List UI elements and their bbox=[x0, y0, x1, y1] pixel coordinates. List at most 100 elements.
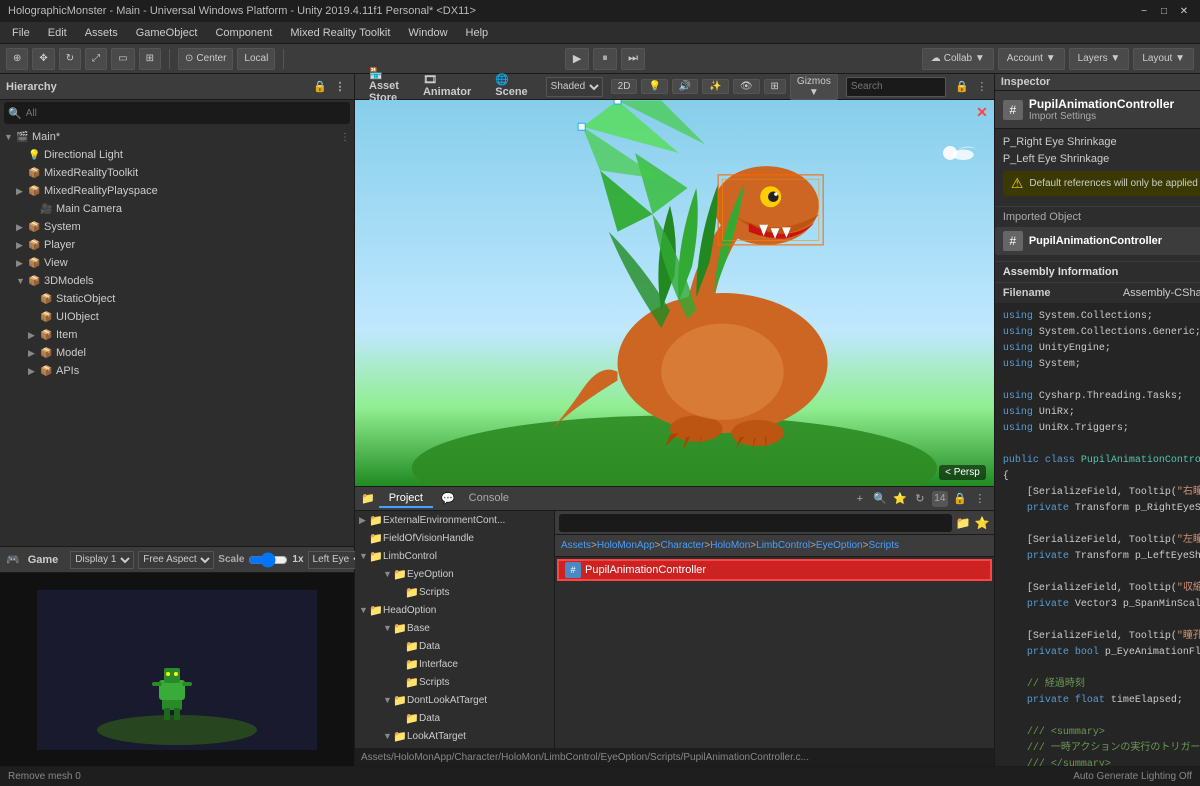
menu-assets[interactable]: Assets bbox=[77, 25, 126, 41]
game-scene-svg bbox=[37, 590, 317, 750]
menu-gameobject[interactable]: GameObject bbox=[128, 25, 206, 41]
tree-label-view: View bbox=[44, 257, 354, 269]
folder-external[interactable]: ▶ 📁 ExternalEnvironmentCont... bbox=[355, 511, 554, 529]
close-btn[interactable]: ✕ bbox=[1176, 3, 1192, 19]
account-btn[interactable]: Account ▼ bbox=[998, 48, 1065, 70]
scene-menu-icon[interactable]: ⋮ bbox=[974, 79, 990, 95]
tree-item-model[interactable]: ▶ 📦 Model bbox=[0, 344, 354, 362]
tree-item-maincam[interactable]: 🎥 Main Camera bbox=[0, 200, 354, 218]
scene-lock-icon[interactable]: 🔒 bbox=[954, 79, 970, 95]
folder-scripts2[interactable]: 📁 Scripts bbox=[355, 673, 554, 691]
folder-data1[interactable]: 📁 Data bbox=[355, 637, 554, 655]
bottom-add-btn[interactable]: + bbox=[852, 491, 868, 507]
toolbar-btn-move[interactable]: ✥ bbox=[32, 48, 54, 70]
bottom-menu-icon[interactable]: ⋮ bbox=[972, 491, 988, 507]
folder-dontlook[interactable]: ▼ 📁 DontLookAtTarget bbox=[355, 691, 554, 709]
tree-item-apis[interactable]: ▶ 📦 APIs bbox=[0, 362, 354, 380]
folder-fovhandle[interactable]: 📁 FieldOfVisionHandle bbox=[355, 529, 554, 547]
game-aspect-select[interactable]: Free Aspect bbox=[138, 551, 214, 569]
scene-grid-btn[interactable]: ⊞ bbox=[764, 79, 786, 94]
tab-console[interactable]: Console bbox=[459, 490, 519, 508]
pause-btn[interactable]: ⏸ bbox=[593, 48, 617, 70]
tree-item-staticobj[interactable]: 📦 StaticObject bbox=[0, 290, 354, 308]
scene-fx-btn[interactable]: ✨ bbox=[702, 79, 728, 94]
scene-hidden-btn[interactable]: 👁 bbox=[733, 79, 760, 94]
step-btn[interactable]: ⏭ bbox=[621, 48, 645, 70]
tab-project[interactable]: Project bbox=[379, 490, 433, 508]
menu-mixed-reality[interactable]: Mixed Reality Toolkit bbox=[282, 25, 398, 41]
toolbar-btn-rotate[interactable]: ↻ bbox=[59, 48, 81, 70]
center-btn[interactable]: ⊙ Center bbox=[178, 48, 233, 70]
menu-file[interactable]: File bbox=[4, 25, 38, 41]
minimize-btn[interactable]: − bbox=[1136, 3, 1152, 19]
inspector-header: Inspector 🔒 ⋮ bbox=[995, 74, 1200, 91]
hierarchy-search-input[interactable] bbox=[26, 108, 346, 119]
local-btn[interactable]: Local bbox=[237, 48, 275, 70]
menu-component[interactable]: Component bbox=[207, 25, 280, 41]
main-layout: Hierarchy 🔒 ⋮ 🔍 ▼ 🎬 Main* ⋮ 💡 Directiona… bbox=[0, 74, 1200, 766]
filename-label: Filename bbox=[1003, 287, 1123, 299]
tree-item-uiobj[interactable]: 📦 UIObject bbox=[0, 308, 354, 326]
tree-item-item[interactable]: ▶ 📦 Item bbox=[0, 326, 354, 344]
tree-item-dirlight[interactable]: 💡 Directional Light bbox=[0, 146, 354, 164]
pkg-icon: 📦 bbox=[28, 168, 42, 179]
bottom-refresh-icon[interactable]: ↻ bbox=[912, 491, 928, 507]
toolbar-btn-multi[interactable]: ⊞ bbox=[139, 48, 161, 70]
tree-arrow-3d: ▼ bbox=[16, 276, 28, 286]
layers-btn[interactable]: Layers ▼ bbox=[1069, 48, 1130, 70]
tree-item-mrtoolkit[interactable]: 📦 MixedRealityToolkit bbox=[0, 164, 354, 182]
shading-select[interactable]: Shaded bbox=[546, 77, 603, 97]
scene-search-input[interactable] bbox=[846, 77, 946, 97]
toolbar-btn-scale[interactable]: ⤢ bbox=[85, 48, 107, 70]
folder-limbcontrol[interactable]: ▼ 📁 LimbControl bbox=[355, 547, 554, 565]
hierarchy-options-icon[interactable]: ⋮ bbox=[340, 132, 354, 143]
menu-edit[interactable]: Edit bbox=[40, 25, 75, 41]
collab-btn[interactable]: ☁ Collab ▼ bbox=[922, 48, 994, 70]
folder-looktarget[interactable]: ▼ 📁 LookAtTarget bbox=[355, 727, 554, 745]
scene-view[interactable]: ✕ < Persp bbox=[355, 100, 994, 486]
folder-interface[interactable]: 📁 Interface bbox=[355, 655, 554, 673]
folder-icon6: 📁 bbox=[369, 604, 383, 617]
inspector-name-area: PupilAnimationController Import Settings bbox=[1029, 97, 1200, 122]
hierarchy-menu-icon[interactable]: ⋮ bbox=[332, 79, 348, 95]
toolbar-btn-rect[interactable]: ▭ bbox=[111, 48, 134, 70]
toolbar-btn-transform[interactable]: ⊕ bbox=[6, 48, 28, 70]
tree-label-model: Model bbox=[56, 347, 354, 359]
menu-help[interactable]: Help bbox=[458, 25, 497, 41]
hierarchy-search[interactable]: 🔍 bbox=[4, 102, 350, 124]
scene-light-btn[interactable]: 💡 bbox=[641, 79, 667, 94]
scene-2d-btn[interactable]: 2D bbox=[611, 79, 638, 94]
tree-item-system[interactable]: ▶ 📦 System bbox=[0, 218, 354, 236]
files-star-icon[interactable]: ⭐ bbox=[975, 516, 990, 530]
bottom-fav-icon[interactable]: ⭐ bbox=[892, 491, 908, 507]
folder-scripts[interactable]: 📁 Scripts bbox=[355, 583, 554, 601]
scene-close-btn[interactable]: ✕ bbox=[976, 104, 988, 121]
maximize-btn[interactable]: □ bbox=[1156, 3, 1172, 19]
inspector-warning: ⚠ Default references will only be applie… bbox=[1003, 171, 1200, 196]
tree-item-3dmodels[interactable]: ▼ 📦 3DModels bbox=[0, 272, 354, 290]
folder-base[interactable]: ▼ 📁 Base bbox=[355, 619, 554, 637]
folder-label13: LookAtTarget bbox=[407, 731, 550, 742]
files-search-input[interactable] bbox=[563, 517, 948, 528]
bottom-lock-icon[interactable]: 🔒 bbox=[952, 491, 968, 507]
game-scale-slider[interactable] bbox=[248, 555, 288, 565]
tree-item-view[interactable]: ▶ 📦 View bbox=[0, 254, 354, 272]
hierarchy-lock-icon[interactable]: 🔒 bbox=[312, 79, 328, 95]
tree-item-main[interactable]: ▼ 🎬 Main* ⋮ bbox=[0, 128, 354, 146]
tree-item-player[interactable]: ▶ 📦 Player bbox=[0, 236, 354, 254]
folder-eyeoption[interactable]: ▼ 📁 EyeOption bbox=[355, 565, 554, 583]
game-display-select[interactable]: Display 1 bbox=[70, 551, 134, 569]
hierarchy-panel: Hierarchy 🔒 ⋮ 🔍 ▼ 🎬 Main* ⋮ 💡 Directiona… bbox=[0, 74, 355, 766]
file-pupil-anim[interactable]: # PupilAnimationController bbox=[557, 559, 992, 581]
scene-audio-btn[interactable]: 🔊 bbox=[672, 79, 698, 94]
tab-animator[interactable]: 🎞 Animator bbox=[413, 71, 481, 102]
play-btn[interactable]: ▶ bbox=[565, 48, 589, 70]
persp-label[interactable]: < Persp bbox=[939, 465, 986, 480]
gizmos-btn[interactable]: Gizmos ▼ bbox=[790, 74, 838, 100]
tree-item-mrplayspace[interactable]: ▶ 📦 MixedRealityPlayspace bbox=[0, 182, 354, 200]
layout-btn[interactable]: Layout ▼ bbox=[1133, 48, 1194, 70]
folder-data2[interactable]: 📁 Data bbox=[355, 709, 554, 727]
folder-headoption[interactable]: ▼ 📁 HeadOption bbox=[355, 601, 554, 619]
menu-window[interactable]: Window bbox=[400, 25, 455, 41]
tab-scene[interactable]: 🌐 Scene bbox=[485, 71, 537, 102]
